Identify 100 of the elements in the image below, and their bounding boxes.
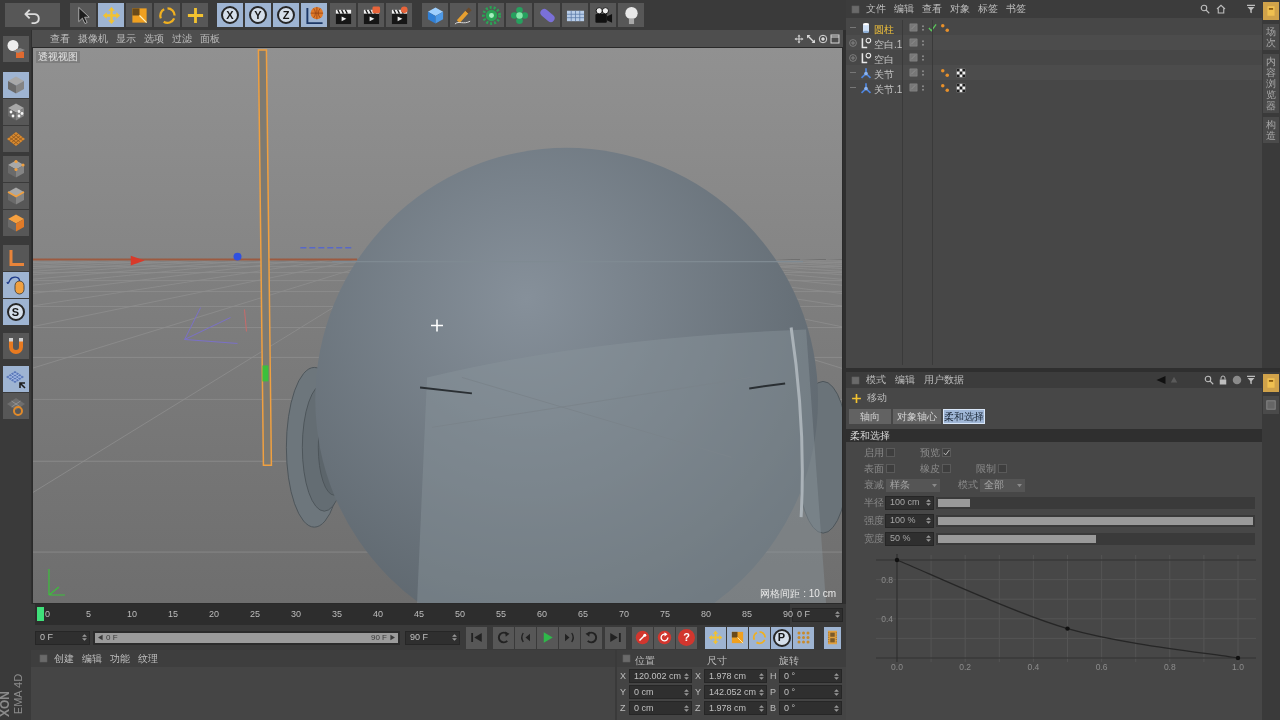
- filter-icon: [1246, 375, 1256, 385]
- curve-handle[interactable]: [1065, 626, 1070, 631]
- side-tab[interactable]: 构造: [1263, 117, 1279, 143]
- coordinate-field[interactable]: 1.978 cm: [704, 701, 767, 715]
- home-icon: [1216, 4, 1226, 14]
- axis-letter: H: [770, 671, 778, 681]
- menu-item[interactable]: 显示: [116, 33, 136, 44]
- slider-track[interactable]: [936, 496, 1255, 509]
- menu-item[interactable]: 查看: [922, 4, 942, 14]
- letter-tool-button[interactable]: Y: [245, 3, 271, 27]
- menu-item[interactable]: 面板: [200, 33, 220, 44]
- tool-button[interactable]: [632, 626, 653, 649]
- menu-item[interactable]: 文件: [866, 4, 886, 14]
- menu-item[interactable]: 功能: [110, 653, 130, 664]
- frame-field[interactable]: 0 F: [792, 607, 843, 622]
- playhead-handle[interactable]: [37, 607, 44, 621]
- dots-tag-icon: [940, 22, 950, 33]
- spinner-arrows-icon: [925, 535, 932, 542]
- side-tab[interactable]: 内容浏览器: [1263, 54, 1279, 113]
- object-row[interactable]: 关节: [846, 65, 1262, 80]
- menu-item[interactable]: 书签: [1006, 4, 1026, 14]
- letter-tool-button[interactable]: S: [2, 299, 29, 325]
- menu-item[interactable]: 选项: [144, 33, 164, 44]
- tool-button[interactable]: [654, 626, 675, 649]
- letter-tool-button[interactable]: X: [217, 3, 243, 27]
- tool-button[interactable]: [2, 36, 29, 62]
- caret-icon: [1016, 481, 1023, 489]
- tool-name: 移动: [867, 393, 887, 403]
- zoom-arrows-icon: [806, 33, 816, 44]
- coordinate-field[interactable]: 0 cm: [629, 701, 692, 715]
- object-row[interactable]: 空白.1: [846, 35, 1262, 50]
- checker-tag-icon: [956, 67, 966, 78]
- object-name: 关节: [874, 68, 894, 80]
- menu-item[interactable]: 编辑: [894, 4, 914, 14]
- spinner-arrows-icon: [683, 704, 690, 712]
- loop-left-icon: [496, 630, 511, 645]
- tool-button[interactable]: [358, 3, 384, 27]
- frame-number: 15: [168, 610, 178, 619]
- range-slider-track[interactable]: 0 F 90 F: [93, 630, 400, 645]
- tool-button[interactable]: [2, 99, 29, 125]
- letter-tool-button[interactable]: Z: [273, 3, 299, 27]
- frame-number: 55: [496, 610, 506, 619]
- dots-tag-icon: [940, 67, 950, 78]
- dotted-cube-icon: [5, 102, 26, 122]
- tool-button[interactable]: [2, 333, 29, 359]
- dropdown-label: 模式: [958, 480, 978, 490]
- left-arrow-icon: [97, 634, 104, 641]
- axis-letter: X: [695, 671, 702, 681]
- null-axis-icon: [860, 36, 872, 49]
- axis-letter: Z: [695, 703, 702, 713]
- slider-track[interactable]: [936, 532, 1255, 545]
- cube-edges-icon: [5, 186, 26, 206]
- camera-icon: [593, 5, 613, 25]
- coordinate-field[interactable]: 0 cm: [629, 685, 692, 699]
- two-dots-icon: [920, 84, 926, 91]
- letter-tool-button[interactable]: P: [771, 626, 792, 649]
- menu-item[interactable]: 查看: [50, 33, 70, 44]
- coordinate-field[interactable]: 0 °: [779, 669, 842, 683]
- coordinate-field[interactable]: 120.002 cm: [629, 669, 692, 683]
- frame-field[interactable]: 90 F: [405, 630, 460, 645]
- frame-number: 70: [619, 610, 629, 619]
- tool-button[interactable]: [705, 626, 726, 649]
- side-tab[interactable]: [1263, 2, 1279, 20]
- object-name: 空白.1: [874, 38, 903, 50]
- frame-number: 75: [660, 610, 670, 619]
- coordinate-field[interactable]: 0 °: [779, 685, 842, 699]
- curve-handle[interactable]: [1235, 655, 1241, 661]
- coordinate-field[interactable]: 1.978 cm: [704, 669, 767, 683]
- tool-button[interactable]: [330, 3, 356, 27]
- menu-item[interactable]: 对象: [950, 4, 970, 14]
- skip-back-icon: [469, 630, 484, 645]
- menu-item[interactable]: 过滤: [172, 33, 192, 44]
- menu-item[interactable]: 纹理: [138, 653, 158, 664]
- disc-icon: [1232, 375, 1242, 385]
- square-icon: [39, 654, 48, 663]
- frame-number: 35: [332, 610, 342, 619]
- frame-field[interactable]: 0 F: [35, 630, 90, 645]
- menu-item[interactable]: 摄像机: [78, 33, 108, 44]
- letter-tool-button[interactable]: ?: [676, 626, 697, 649]
- side-tab[interactable]: 场次: [1263, 24, 1279, 50]
- coordinate-field[interactable]: 142.052 cm: [704, 685, 767, 699]
- menu-item[interactable]: 编辑: [82, 653, 102, 664]
- menu-item[interactable]: 标签: [978, 4, 998, 14]
- record-loop-icon: [657, 630, 672, 645]
- frame-number: 85: [742, 610, 752, 619]
- cube-points-icon: [5, 159, 26, 179]
- curve-handle[interactable]: [894, 557, 900, 563]
- tick-label: 0.0: [891, 662, 903, 672]
- step-back-icon: [518, 630, 533, 645]
- tick-label: 0.2: [959, 662, 972, 672]
- menu-item[interactable]: 创建: [54, 653, 74, 664]
- tool-button[interactable]: [749, 626, 770, 649]
- tool-button[interactable]: [590, 3, 616, 27]
- layer-square-icon: [909, 53, 918, 62]
- slider-label: 强度: [864, 515, 885, 526]
- tool-button[interactable]: [386, 3, 412, 27]
- tripod-icon: [860, 81, 872, 94]
- frame-number: 60: [537, 610, 547, 619]
- coordinate-field[interactable]: 0 °: [779, 701, 842, 715]
- search-icon: [1200, 4, 1210, 14]
